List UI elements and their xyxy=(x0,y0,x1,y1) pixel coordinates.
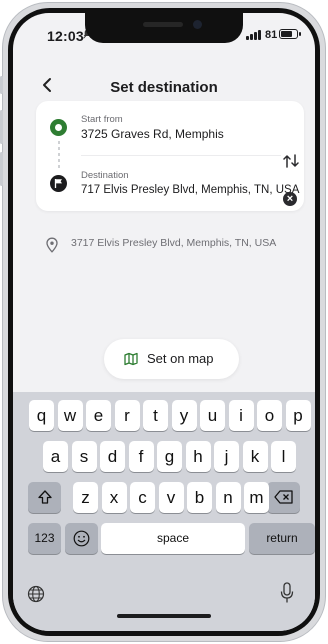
status-bar: 12:03 81 xyxy=(13,13,315,57)
key-l[interactable]: l xyxy=(271,441,296,472)
delete-icon xyxy=(273,490,293,504)
numbers-key[interactable]: 123 xyxy=(28,523,61,554)
speaker xyxy=(143,22,183,27)
start-input[interactable]: 3725 Graves Rd, Memphis xyxy=(81,127,224,141)
battery-fill xyxy=(281,31,293,37)
front-camera xyxy=(193,20,202,29)
route-connector xyxy=(58,141,60,169)
key-y[interactable]: y xyxy=(171,400,197,431)
notch xyxy=(85,13,243,43)
key-e[interactable]: e xyxy=(86,400,111,431)
page-title: Set destination xyxy=(110,79,218,96)
suggestion-item[interactable]: 3717 Elvis Presley Blvd, Memphis, TN, US… xyxy=(37,233,307,261)
destination-input[interactable]: 717 Elvis Presley Blvd, Memphis, TN, USA xyxy=(81,184,299,196)
key-j[interactable]: j xyxy=(214,441,239,472)
key-t[interactable]: t xyxy=(143,400,168,431)
return-key[interactable]: return xyxy=(249,523,315,554)
key-s[interactable]: s xyxy=(71,441,97,472)
key-x[interactable]: x xyxy=(101,482,127,513)
key-q[interactable]: q xyxy=(29,400,54,431)
set-on-map-label: Set on map xyxy=(147,351,214,366)
emoji-key[interactable] xyxy=(65,523,98,554)
start-marker-icon xyxy=(50,119,67,136)
close-icon: × xyxy=(286,193,294,205)
key-u[interactable]: u xyxy=(200,400,225,431)
side-button xyxy=(0,110,3,144)
delete-key[interactable] xyxy=(267,482,300,513)
key-p[interactable]: p xyxy=(285,400,311,431)
shift-icon xyxy=(37,490,52,504)
key-k[interactable]: k xyxy=(242,441,268,472)
swap-icon xyxy=(283,154,299,168)
shift-key[interactable] xyxy=(28,482,61,513)
microphone-icon[interactable] xyxy=(280,582,294,604)
set-on-map-button[interactable]: Set on map xyxy=(104,339,239,379)
key-r[interactable]: r xyxy=(114,400,140,431)
key-f[interactable]: f xyxy=(128,441,154,472)
side-button xyxy=(0,152,3,186)
key-n[interactable]: n xyxy=(215,482,241,513)
status-time: 12:03 xyxy=(47,28,84,44)
destination-label: Destination xyxy=(81,170,129,181)
globe-icon[interactable] xyxy=(27,585,45,603)
key-h[interactable]: h xyxy=(185,441,211,472)
swap-button[interactable] xyxy=(282,154,300,172)
destination-flag-icon xyxy=(50,175,67,192)
key-a[interactable]: a xyxy=(43,441,68,472)
battery-icon xyxy=(279,29,301,39)
key-b[interactable]: b xyxy=(187,482,212,513)
key-c[interactable]: c xyxy=(130,482,155,513)
space-key[interactable]: space xyxy=(101,523,245,554)
key-d[interactable]: d xyxy=(100,441,125,472)
side-button xyxy=(0,76,3,94)
key-g[interactable]: g xyxy=(157,441,182,472)
key-z[interactable]: z xyxy=(73,482,98,513)
location-pin-icon xyxy=(46,237,58,253)
divider xyxy=(81,155,281,156)
map-icon xyxy=(124,352,138,366)
home-indicator xyxy=(117,614,211,618)
suggestion-text: 3717 Elvis Presley Blvd, Memphis, TN, US… xyxy=(71,237,277,249)
key-m[interactable]: m xyxy=(244,482,269,513)
key-w[interactable]: w xyxy=(57,400,83,431)
cellular-signal-icon xyxy=(246,30,261,40)
key-o[interactable]: o xyxy=(257,400,282,431)
battery-percent: 81 xyxy=(265,29,278,41)
screen: 12:03 81 Set destination Start from 3725… xyxy=(13,13,315,631)
emoji-icon xyxy=(73,530,90,547)
start-label: Start from xyxy=(81,114,123,125)
key-v[interactable]: v xyxy=(158,482,184,513)
route-card: Start from 3725 Graves Rd, Memphis Desti… xyxy=(36,101,304,211)
key-i[interactable]: i xyxy=(228,400,254,431)
clear-destination-button[interactable]: × xyxy=(283,192,297,206)
